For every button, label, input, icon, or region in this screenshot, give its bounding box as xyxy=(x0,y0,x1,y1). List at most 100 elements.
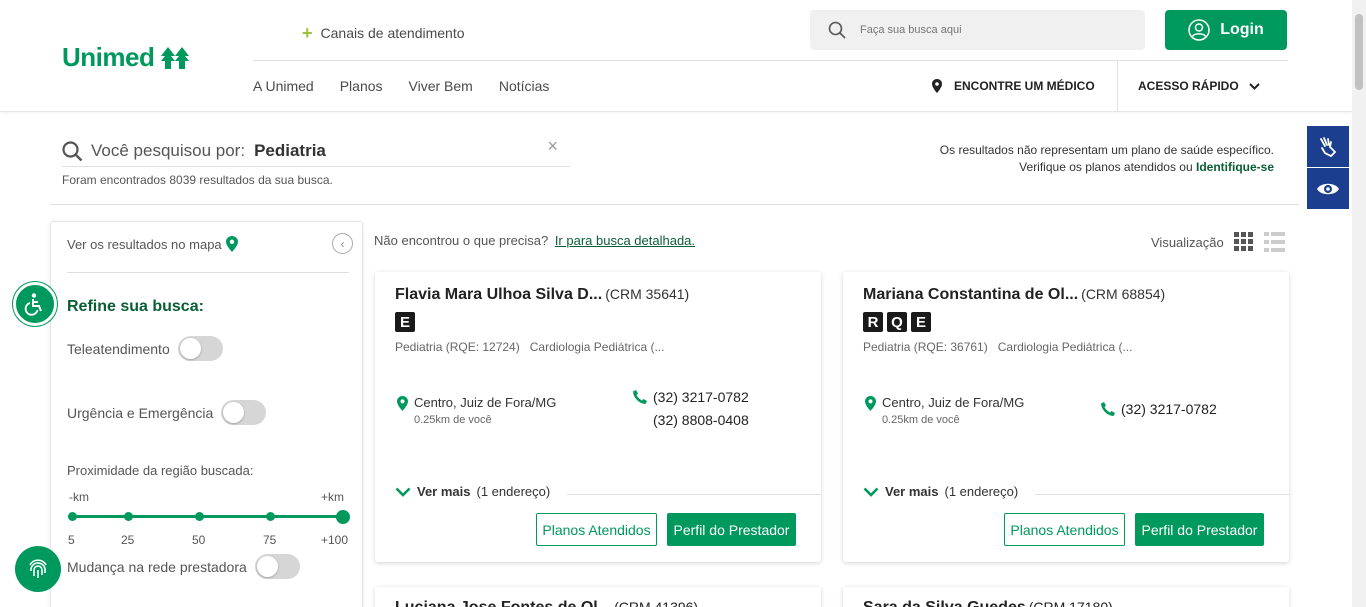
filters-sidebar: Ver os resultados no mapa ‹ Refine sua b… xyxy=(50,221,363,607)
main-nav: A Unimed Planos Viver Bem Notícias xyxy=(253,78,549,94)
provider-name[interactable]: Sara da Silva Guedes xyxy=(863,599,1026,607)
pin-icon xyxy=(932,79,942,93)
badge-q: Q xyxy=(887,312,907,332)
slider-step-5[interactable] xyxy=(68,512,77,521)
provider-card: Flavia Mara Ulhoa Silva D... (CRM 35641) … xyxy=(375,272,821,562)
not-found-hint: Não encontrou o que precisa? Ir para bus… xyxy=(374,233,695,248)
accessibility-button[interactable] xyxy=(13,282,57,326)
eye-icon xyxy=(1317,183,1339,194)
provider-name[interactable]: Mariana Constantina de Ol... xyxy=(863,286,1078,303)
unimed-logo[interactable]: Unimed xyxy=(62,42,190,73)
scrollbar-thumb[interactable] xyxy=(1355,14,1363,90)
site-search[interactable] xyxy=(810,10,1145,50)
pin-icon xyxy=(865,396,876,411)
ver-mais-label: Ver mais xyxy=(417,484,471,499)
disclaimer-line2: Verifique os planos atendidos ou xyxy=(1019,160,1193,174)
find-doctor-label: ENCONTRE UM MÉDICO xyxy=(954,79,1095,93)
card-divider xyxy=(1035,494,1289,495)
nav-planos[interactable]: Planos xyxy=(340,78,383,94)
canais-link[interactable]: + Canais de atendimento xyxy=(302,24,465,42)
ver-mais-detail: (1 endereço) xyxy=(944,484,1019,499)
address-text: Centro, Juiz de Fora/MG xyxy=(882,395,1025,410)
site-header: Unimed + Canais de atendimento Login A U… xyxy=(0,0,1352,112)
nav-noticias[interactable]: Notícias xyxy=(499,78,550,94)
planos-atendidos-button[interactable]: Planos Atendidos xyxy=(536,513,657,546)
content-divider xyxy=(50,204,1299,205)
distance-text: 0.25km de você xyxy=(414,414,492,426)
quick-access-dropdown[interactable]: ACESSO RÁPIDO xyxy=(1138,79,1260,93)
nav-a-unimed[interactable]: A Unimed xyxy=(253,78,314,94)
teleatendimento-toggle[interactable] xyxy=(177,336,223,361)
search-input[interactable] xyxy=(860,24,1110,36)
user-icon xyxy=(1188,19,1210,41)
login-label: Login xyxy=(1220,21,1264,38)
nav-separator xyxy=(1117,61,1118,112)
urgencia-toggle[interactable] xyxy=(221,400,267,425)
view-mode-switch: Visualização xyxy=(1151,232,1285,252)
tick-label: 50 xyxy=(192,533,206,547)
proximity-slider-handle[interactable] xyxy=(336,510,350,524)
mudanca-label: Mudança na rede prestadora xyxy=(67,558,247,575)
login-button[interactable]: Login xyxy=(1165,10,1287,50)
searched-prefix: Você pesquisou por: xyxy=(91,141,246,160)
provider-card: Luciana Jose Fontes de Ol...(CRM 41396) xyxy=(375,587,821,607)
specialty: Cardiologia Pediátrica (... xyxy=(529,340,665,354)
slider-step-50[interactable] xyxy=(195,512,204,521)
provider-card: Sara da Silva Guedes(CRM 17180) xyxy=(843,587,1289,607)
perfil-prestador-button[interactable]: Perfil do Prestador xyxy=(1135,513,1264,546)
provider-crm: (CRM 68854) xyxy=(1081,286,1166,302)
badge-r: R xyxy=(863,312,883,332)
specialty: Pediatria (RQE: 12724) xyxy=(395,340,520,354)
slider-step-75[interactable] xyxy=(266,512,275,521)
clear-search-icon[interactable]: × xyxy=(547,136,558,157)
tick-label: 5 xyxy=(68,533,75,547)
provider-name[interactable]: Luciana Jose Fontes de Ol... xyxy=(395,599,611,607)
disclaimer: Os resultados não representam um plano d… xyxy=(940,142,1274,176)
provider-name-row: Mariana Constantina de Ol... (CRM 68854) xyxy=(863,286,1165,304)
phone-number[interactable]: (32) 8808-0408 xyxy=(653,409,749,432)
provider-address: Centro, Juiz de Fora/MG 0.25km de você xyxy=(865,395,1024,426)
page-scrollbar[interactable] xyxy=(1352,0,1366,607)
header-divider xyxy=(253,60,1288,61)
proximity-label: Proximidade da região buscada: xyxy=(67,463,254,478)
slider-step-25[interactable] xyxy=(124,512,133,521)
phone-icon xyxy=(1101,402,1115,416)
chevron-down-icon xyxy=(395,487,411,497)
tick-label: 75 xyxy=(263,533,277,547)
collapse-sidebar-button[interactable]: ‹ xyxy=(332,233,353,254)
visual-accessibility-button[interactable] xyxy=(1307,168,1349,209)
specialty: Pediatria (RQE: 36761) xyxy=(863,340,988,354)
fingerprint-icon xyxy=(29,559,47,578)
ver-mais-toggle[interactable]: Ver mais (1 endereço) xyxy=(395,484,550,499)
provider-name-row: Luciana Jose Fontes de Ol...(CRM 41396) xyxy=(395,599,698,607)
card-divider xyxy=(567,494,821,495)
searched-term-bar: Você pesquisou por: Pediatria × xyxy=(62,136,570,167)
proximity-slider-track[interactable] xyxy=(73,515,343,518)
pin-icon xyxy=(397,396,408,411)
mudanca-toggle[interactable] xyxy=(254,554,300,579)
perfil-prestador-button[interactable]: Perfil do Prestador xyxy=(667,513,796,546)
km-max-label: +km xyxy=(320,490,344,504)
phone-number[interactable]: (32) 3217-0782 xyxy=(653,386,749,409)
map-results-link[interactable]: Ver os resultados no mapa xyxy=(67,236,238,252)
phone-number[interactable]: (32) 3217-0782 xyxy=(1121,398,1217,421)
find-doctor-link[interactable]: ENCONTRE UM MÉDICO xyxy=(932,79,1095,93)
tick-label: +100 xyxy=(321,533,349,547)
provider-name[interactable]: Flavia Mara Ulhoa Silva D... xyxy=(395,286,602,303)
fingerprint-button[interactable] xyxy=(15,546,61,592)
planos-atendidos-button[interactable]: Planos Atendidos xyxy=(1004,513,1125,546)
logo-text: Unimed xyxy=(62,42,155,72)
list-view-icon[interactable] xyxy=(1263,232,1285,252)
qualification-badges: E xyxy=(395,312,415,332)
badge-e: E xyxy=(911,312,931,332)
ver-mais-toggle[interactable]: Ver mais (1 endereço) xyxy=(863,484,1018,499)
nav-viver-bem[interactable]: Viver Bem xyxy=(409,78,473,94)
detailed-search-link[interactable]: Ir para busca detalhada. xyxy=(555,233,695,248)
pin-icon xyxy=(225,236,238,252)
identify-link[interactable]: Identifique-se xyxy=(1196,160,1274,174)
grid-view-icon[interactable] xyxy=(1233,232,1254,252)
urgencia-filter: Urgência e Emergência xyxy=(67,400,267,425)
view-mode-label: Visualização xyxy=(1151,234,1224,250)
provider-name-row: Sara da Silva Guedes(CRM 17180) xyxy=(863,599,1113,607)
sign-language-button[interactable] xyxy=(1307,126,1349,167)
